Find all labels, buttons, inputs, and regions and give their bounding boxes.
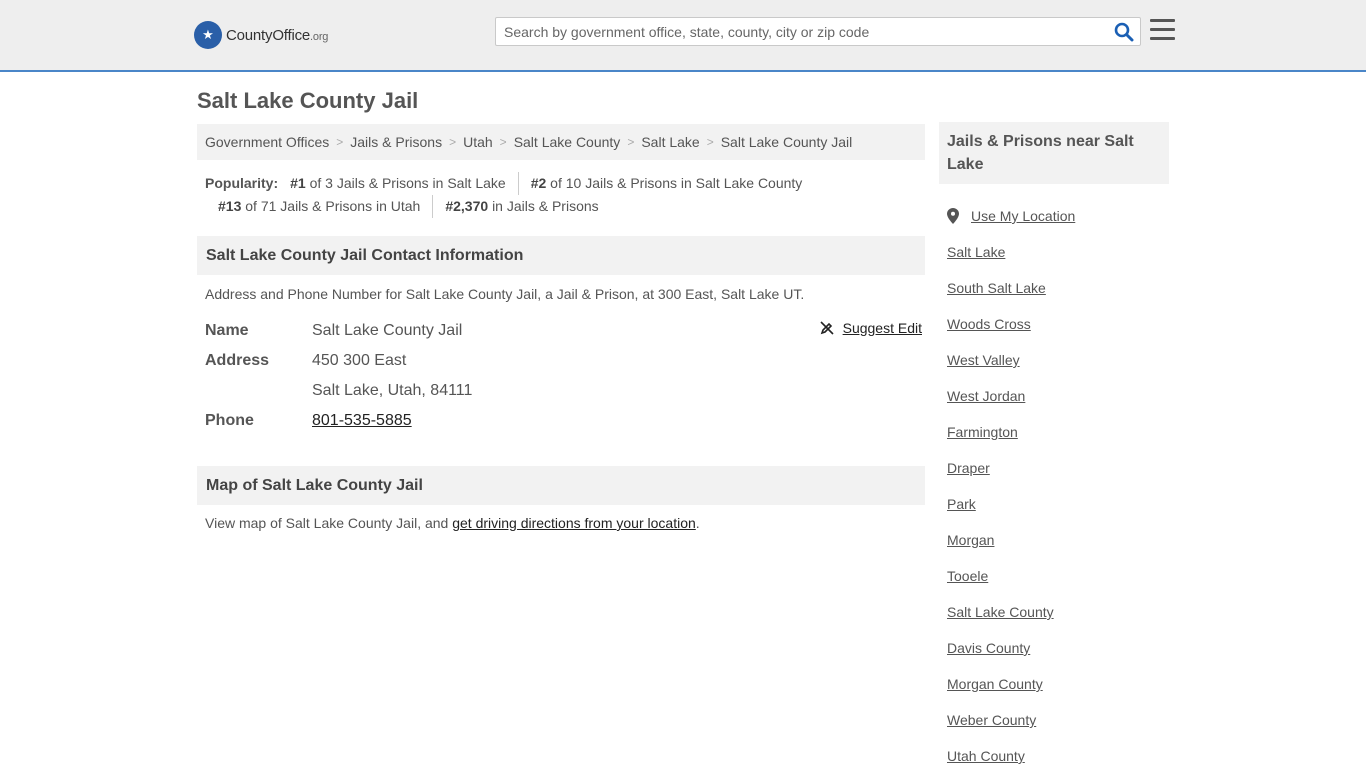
sidebar-item-salt-lake-county[interactable]: Salt Lake County [939,594,1169,630]
sidebar-link[interactable]: Salt Lake County [947,604,1054,620]
nearby-list: Use My Location Salt Lake South Salt Lak… [939,198,1169,774]
sidebar-item-south-salt-lake[interactable]: South Salt Lake [939,270,1169,306]
edit-off-icon [820,321,834,335]
address-line1: 450 300 East [312,352,407,369]
sidebar-link[interactable]: Morgan [947,532,994,548]
use-location-link[interactable]: Use My Location [971,208,1075,224]
logo-text-bold: Office [272,26,311,44]
sidebar: Jails & Prisons near Salt Lake Use My Lo… [939,122,1169,774]
contact-description: Address and Phone Number for Salt Lake C… [205,286,805,302]
map-description: View map of Salt Lake County Jail, and g… [205,515,700,531]
breadcrumb-government-offices[interactable]: Government Offices [205,134,329,150]
sidebar-item-woods-cross[interactable]: Woods Cross [939,306,1169,342]
sidebar-item-west-valley[interactable]: West Valley [939,342,1169,378]
sidebar-link[interactable]: West Valley [947,352,1020,368]
sidebar-link[interactable]: Tooele [947,568,988,584]
logo-text: CountyOffice.org [226,27,328,44]
contact-row-phone: Phone 801-535-5885 [205,406,925,436]
search-button[interactable] [1114,22,1134,42]
chevron-right-icon: > [336,135,344,149]
search-icon [1114,22,1134,42]
breadcrumb-salt-lake[interactable]: Salt Lake [641,134,699,150]
map-desc-suffix: . [695,515,700,531]
sidebar-item-draper[interactable]: Draper [939,450,1169,486]
chevron-right-icon: > [499,135,507,149]
sidebar-link[interactable]: Weber County [947,712,1036,728]
use-location-item[interactable]: Use My Location [939,198,1169,234]
sidebar-link[interactable]: Salt Lake [947,244,1005,260]
popularity-label: Popularity: [205,175,279,191]
phone-link[interactable]: 801-535-5885 [312,412,412,429]
sidebar-link[interactable]: Utah County [947,748,1025,764]
sidebar-item-tooele[interactable]: Tooele [939,558,1169,594]
popularity-rank-county: #2 of 10 Jails & Prisons in Salt Lake Co… [530,175,803,191]
sidebar-item-farmington[interactable]: Farmington [939,414,1169,450]
sidebar-item-salt-lake[interactable]: Salt Lake [939,234,1169,270]
name-value: Salt Lake County Jail [312,322,463,339]
search-input[interactable] [496,18,1106,45]
sidebar-item-utah-county[interactable]: Utah County [939,738,1169,774]
popularity-rank-state: #13 of 71 Jails & Prisons in Utah [218,195,434,218]
breadcrumb: Government Offices > Jails & Prisons > Uta… [197,124,925,160]
chevron-right-icon: > [627,135,635,149]
sidebar-item-morgan[interactable]: Morgan [939,522,1169,558]
logo-text-main: County [226,26,273,44]
site-logo[interactable]: ★ CountyOffice.org [194,20,328,50]
site-header: ★ CountyOffice.org [0,0,1366,72]
popularity-rank-national: #2,370 in Jails & Prisons [445,198,599,214]
breadcrumb-utah[interactable]: Utah [463,134,493,150]
phone-label: Phone [205,412,254,429]
search-bar [495,17,1141,46]
popularity-rank-city: #1 of 3 Jails & Prisons in Salt Lake [290,172,519,195]
chevron-right-icon: > [706,135,714,149]
address-label: Address [205,352,270,369]
sidebar-item-weber-county[interactable]: Weber County [939,702,1169,738]
sidebar-link[interactable]: Farmington [947,424,1018,440]
chevron-right-icon: > [449,135,457,149]
sidebar-link[interactable]: Morgan County [947,676,1043,692]
address-line2: Salt Lake, Utah, 84111 [312,382,473,399]
popularity: Popularity: #1 of 3 Jails & Prisons in S… [205,172,925,218]
suggest-edit-button[interactable]: Suggest Edit [819,320,922,336]
breadcrumb-salt-lake-county[interactable]: Salt Lake County [514,134,621,150]
sidebar-link[interactable]: Park [947,496,976,512]
page-title: Salt Lake County Jail [197,88,419,113]
contact-row-address2: Salt Lake, Utah, 84111 [205,376,925,406]
sidebar-item-davis-county[interactable]: Davis County [939,630,1169,666]
sidebar-link[interactable]: Woods Cross [947,316,1031,332]
contact-row-name: Name Salt Lake County Jail [205,316,925,346]
sidebar-item-morgan-county[interactable]: Morgan County [939,666,1169,702]
contact-row-address: Address 450 300 East [205,346,925,376]
contact-info: Suggest Edit Name Salt Lake County Jail … [205,316,925,436]
driving-directions-link[interactable]: get driving directions from your locatio… [452,515,696,531]
suggest-edit-label: Suggest Edit [842,320,922,336]
map-heading: Map of Salt Lake County Jail [197,466,925,505]
sidebar-link[interactable]: Draper [947,460,990,476]
map-pin-icon [947,208,963,224]
breadcrumb-jails-prisons[interactable]: Jails & Prisons [350,134,442,150]
logo-text-suffix: .org [310,30,329,43]
sidebar-heading: Jails & Prisons near Salt Lake [939,122,1169,184]
breadcrumb-current[interactable]: Salt Lake County Jail [721,134,853,150]
sidebar-item-west-jordan[interactable]: West Jordan [939,378,1169,414]
map-desc-prefix: View map of Salt Lake County Jail, and [205,515,453,531]
eagle-star-icon: ★ [194,21,222,49]
sidebar-link[interactable]: South Salt Lake [947,280,1046,296]
name-label: Name [205,322,249,339]
contact-heading: Salt Lake County Jail Contact Informatio… [197,236,925,275]
sidebar-link[interactable]: West Jordan [947,388,1025,404]
sidebar-item-park[interactable]: Park [939,486,1169,522]
hamburger-menu-icon[interactable] [1150,19,1175,41]
sidebar-link[interactable]: Davis County [947,640,1030,656]
